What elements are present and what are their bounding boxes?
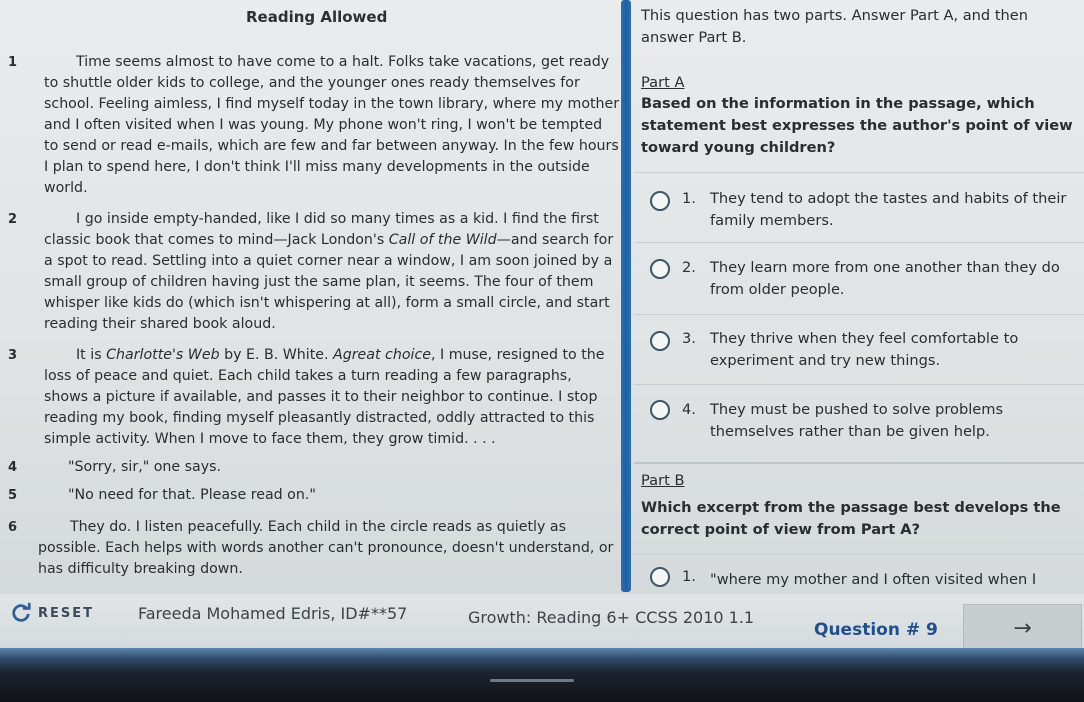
part-a-option-4[interactable]: 4. They must be pushed to solve problems…	[634, 384, 1084, 455]
radio-button[interactable]	[650, 567, 670, 587]
paragraph-text: "Sorry, sir," one says.	[68, 459, 222, 475]
passage-pane[interactable]: Reading Allowed 1 Time seems almost to h…	[0, 0, 622, 594]
part-b-option-1[interactable]: 1. "where my mother and I often visited …	[634, 554, 1084, 594]
radio-button[interactable]	[650, 191, 670, 211]
option-number: 4.	[682, 401, 696, 418]
option-number: 1.	[682, 190, 696, 207]
part-b-prompt: Which excerpt from the passage best deve…	[641, 499, 1061, 538]
option-text: They thrive when they feel comfortable t…	[710, 330, 1019, 369]
part-b-label: Part B	[641, 472, 685, 489]
reset-button[interactable]: RESET	[10, 602, 94, 624]
part-a-option-1[interactable]: 1. They tend to adopt the tastes and hab…	[634, 172, 1084, 243]
paragraph-3: 3 It is Charlotte's Web by E. B. White. …	[0, 345, 620, 450]
question-instructions: This question has two parts. Answer Part…	[641, 7, 1029, 46]
paragraph-5: 5 "No need for that. Please read on."	[0, 485, 620, 506]
paragraph-number: 3	[8, 348, 18, 363]
device-bezel	[0, 648, 1084, 702]
option-text: "where my mother and I often visited whe…	[710, 571, 1037, 588]
paragraph-6: 6 They do. I listen peacefully. Each chi…	[0, 517, 620, 580]
paragraph-text: I go inside empty-handed, like I did so …	[44, 211, 614, 332]
paragraph-number: 4	[8, 460, 18, 475]
question-number: Question # 9	[814, 620, 938, 640]
passage-title: Reading Allowed	[246, 8, 388, 26]
option-number: 1.	[682, 568, 696, 585]
test-name: Growth: Reading 6+ CCSS 2010 1.1	[468, 608, 755, 627]
paragraph-number: 6	[8, 520, 18, 535]
pane-divider[interactable]	[621, 0, 631, 592]
paragraph-text: It is Charlotte's Web by E. B. White. Ag…	[44, 347, 605, 447]
part-a-option-2[interactable]: 2. They learn more from one another than…	[634, 242, 1084, 313]
paragraph-text: "No need for that. Please read on."	[68, 487, 316, 503]
paragraph-number: 1	[8, 55, 18, 70]
paragraph-number: 2	[8, 212, 18, 227]
reset-label: RESET	[38, 605, 95, 621]
arrow-right-icon: →	[1013, 615, 1032, 641]
option-text: They learn more from one another than th…	[710, 259, 1060, 298]
part-a-label: Part A	[641, 74, 685, 91]
book-title: Call of the Wild	[388, 232, 497, 248]
radio-button[interactable]	[650, 259, 670, 279]
book-title: Charlotte's Web	[106, 347, 220, 363]
paragraph-4: 4 "Sorry, sir," one says.	[0, 457, 620, 478]
option-text: They tend to adopt the tastes and habits…	[710, 190, 1067, 229]
student-info: Fareeda Mohamed Edris, ID#**57	[138, 604, 408, 623]
radio-button[interactable]	[650, 331, 670, 351]
option-number: 2.	[682, 259, 696, 276]
radio-button[interactable]	[650, 400, 670, 420]
option-number: 3.	[682, 330, 696, 347]
bezel-mark	[490, 679, 574, 682]
paragraph-number: 5	[8, 488, 18, 503]
next-button[interactable]: →	[963, 604, 1082, 652]
test-screen: Reading Allowed 1 Time seems almost to h…	[0, 0, 1084, 652]
paragraph-text: Time seems almost to have come to a halt…	[44, 54, 620, 196]
option-text: They must be pushed to solve problems th…	[710, 401, 1004, 440]
paragraph-1: 1 Time seems almost to have come to a ha…	[0, 52, 620, 199]
paragraph-text: They do. I listen peacefully. Each child…	[38, 519, 614, 577]
question-pane[interactable]: This question has two parts. Answer Part…	[634, 0, 1084, 594]
status-bar: RESET Fareeda Mohamed Edris, ID#**57 Gro…	[0, 594, 1084, 652]
part-a-prompt: Based on the information in the passage,…	[641, 95, 1073, 156]
refresh-icon	[12, 602, 31, 622]
paragraph-2: 2 I go inside empty-handed, like I did s…	[0, 209, 620, 335]
part-a-option-3[interactable]: 3. They thrive when they feel comfortabl…	[634, 314, 1084, 385]
part-separator	[634, 462, 1084, 464]
